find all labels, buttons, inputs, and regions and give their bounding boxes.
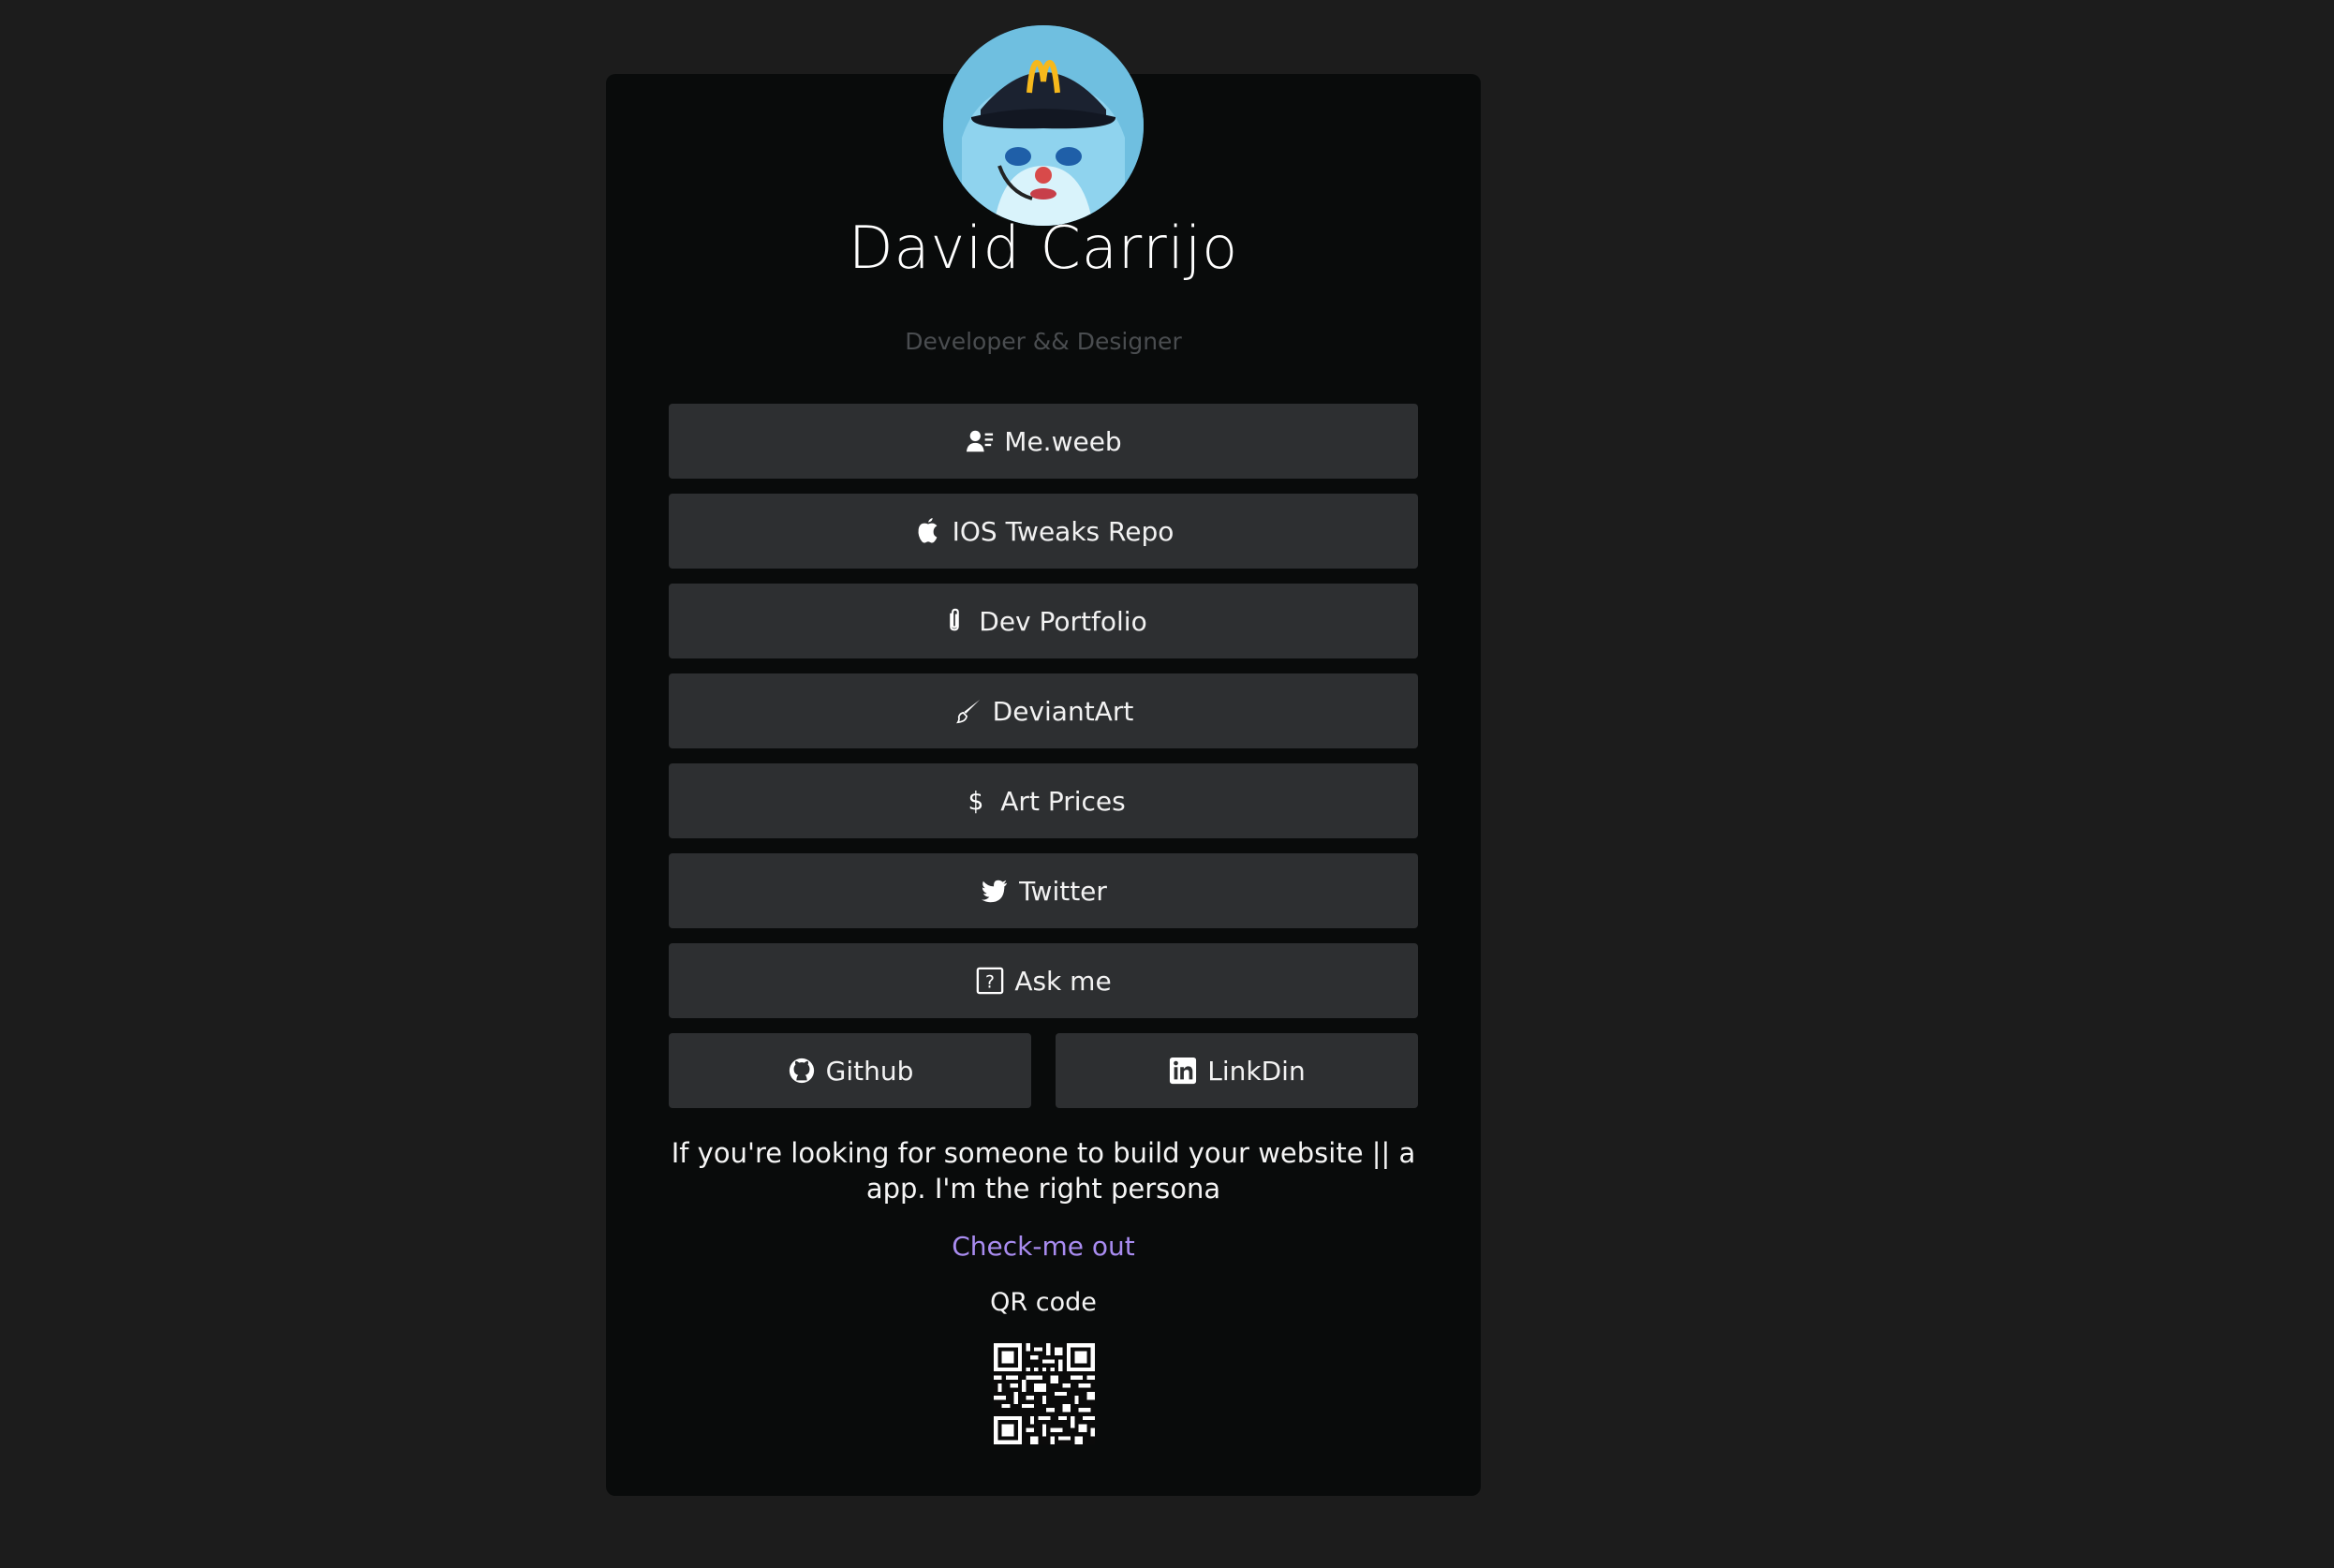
link-button-github[interactable]: Github [669, 1033, 1031, 1108]
qr-code-image [994, 1343, 1095, 1444]
link-label: Dev Portfolio [979, 605, 1147, 637]
link-button-me-weeb[interactable]: Me.weeb [669, 404, 1418, 479]
link-button-art-prices[interactable]: $ Art Prices [669, 763, 1418, 838]
linkedin-icon [1168, 1056, 1198, 1086]
qr-code-label: QR code [990, 1288, 1097, 1317]
apple-icon [913, 516, 943, 546]
link-label: Ask me [1014, 965, 1112, 997]
link-label: DeviantArt [992, 695, 1134, 727]
check-me-out-link[interactable]: Check-me out [669, 1231, 1418, 1262]
linkedin-label: LinkDin [1207, 1055, 1306, 1087]
link-button-ask-me[interactable]: ? Ask me [669, 943, 1418, 1018]
brush-icon [953, 696, 983, 726]
link-label: Me.weeb [1004, 425, 1122, 457]
qr-code [994, 1343, 1095, 1444]
link-button-dev-portfolio[interactable]: Dev Portfolio [669, 584, 1418, 658]
question-box-icon: ? [975, 966, 1005, 996]
svg-text:?: ? [985, 973, 995, 993]
link-button-linkedin[interactable]: LinkDin [1056, 1033, 1418, 1108]
avatar [943, 25, 1144, 226]
link-label: Twitter [1019, 875, 1107, 907]
twitter-icon [980, 876, 1010, 906]
link-label: IOS Tweaks Repo [952, 515, 1174, 547]
link-label: Art Prices [1000, 785, 1126, 817]
profile-subtitle: Developer && Designer [905, 328, 1182, 355]
link-button-twitter[interactable]: Twitter [669, 853, 1418, 928]
pitch-text: If you're looking for someone to build y… [671, 1137, 1416, 1205]
github-label: Github [825, 1055, 914, 1087]
avatar-image [943, 25, 1144, 226]
link-button-ios-tweaks-repo[interactable]: IOS Tweaks Repo [669, 494, 1418, 569]
profile-name: David Carrijo [848, 214, 1239, 282]
dollar-icon: $ [961, 786, 991, 816]
link-button-deviantart[interactable]: DeviantArt [669, 673, 1418, 748]
user-card-icon [965, 426, 995, 456]
github-icon [787, 1056, 817, 1086]
paperclip-icon [939, 606, 969, 636]
svg-text:$: $ [968, 788, 984, 815]
